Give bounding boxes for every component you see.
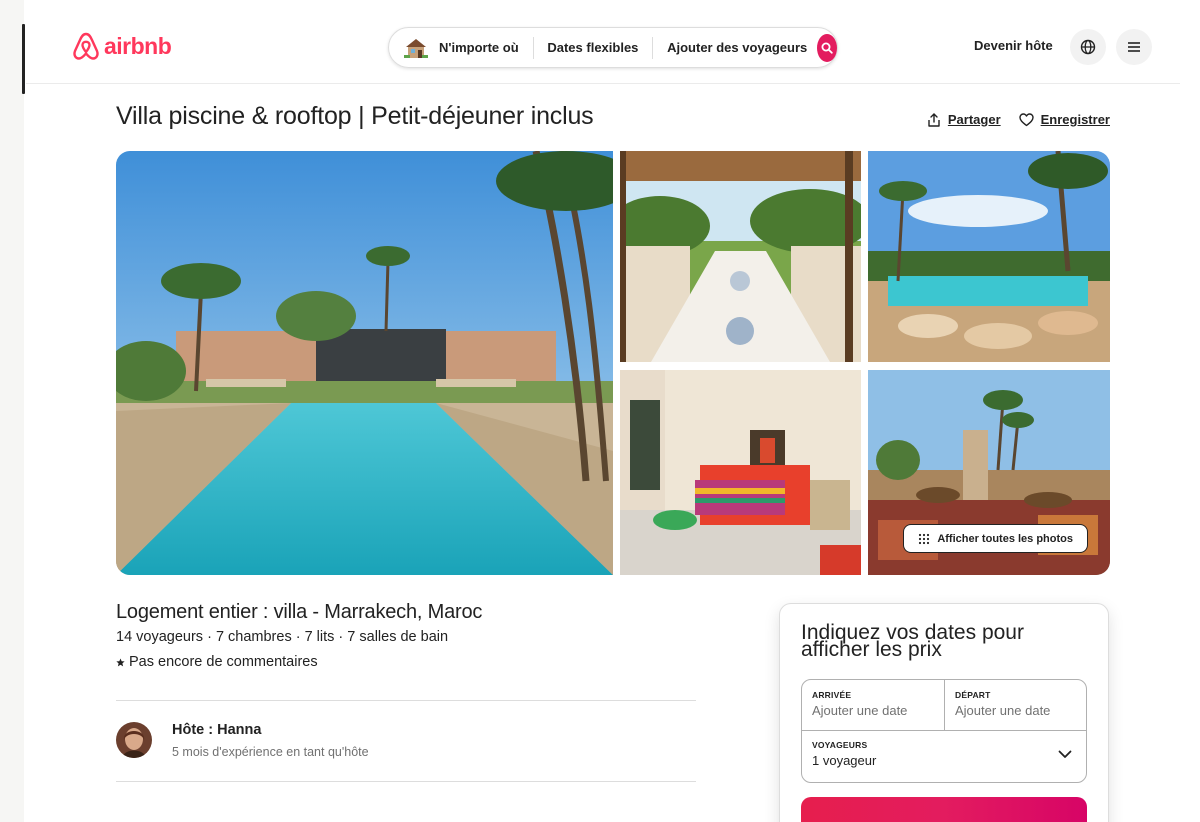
reviews-summary: Pas encore de commentaires xyxy=(116,654,318,670)
checkin-label: ARRIVÉE xyxy=(812,690,852,700)
search-guests-label: Ajouter des voyageurs xyxy=(667,40,808,55)
photo-bedroom[interactable] xyxy=(620,370,861,575)
language-button[interactable] xyxy=(1070,29,1106,65)
field-divider xyxy=(802,730,1086,731)
photo-pool-lounge[interactable] xyxy=(868,151,1110,362)
search-location[interactable]: N'importe où xyxy=(389,36,533,60)
listing-title: Villa piscine & rooftop | Petit-déjeuner… xyxy=(116,102,594,130)
window-edge-bar xyxy=(22,24,25,94)
checkin-value: Ajouter une date xyxy=(812,703,908,718)
show-all-photos-button[interactable]: Afficher toutes les photos xyxy=(903,524,1088,553)
airbnb-logo-icon xyxy=(73,32,99,60)
menu-icon xyxy=(1128,42,1140,52)
check-availability-button[interactable] xyxy=(801,797,1087,822)
booking-card: Indiquez vos dates pour afficher les pri… xyxy=(779,603,1109,822)
become-host-link[interactable]: Devenir hôte xyxy=(974,38,1053,53)
menu-button[interactable] xyxy=(1116,29,1152,65)
photo-dining[interactable] xyxy=(620,151,861,362)
save-button[interactable]: Enregistrer xyxy=(1018,112,1110,127)
host-experience: 5 mois d'expérience en tant qu'hôte xyxy=(172,745,369,759)
search-guests[interactable]: Ajouter des voyageurs xyxy=(653,40,815,55)
photo-pool-main[interactable] xyxy=(116,151,613,575)
search-bar[interactable]: N'importe où Dates flexibles Ajouter des… xyxy=(388,27,838,68)
listing-subtitle: Logement entier : villa - Marrakech, Mar… xyxy=(116,601,483,623)
chevron-down-icon[interactable] xyxy=(1058,750,1072,759)
logo-wordmark: airbnb xyxy=(104,32,172,59)
host-avatar-image xyxy=(116,722,152,758)
checkout-value: Ajouter une date xyxy=(955,703,1051,718)
heart-icon xyxy=(1018,112,1034,126)
house-icon xyxy=(404,38,428,58)
top-header: airbnb N'importe où Dates flexibles Ajou… xyxy=(26,0,1180,84)
listing-page: airbnb N'importe où Dates flexibles Ajou… xyxy=(26,0,1200,822)
host-name: Hôte : Hanna xyxy=(172,722,262,738)
listing-stats: 14 voyageurs · 7 chambres · 7 lits · 7 s… xyxy=(116,629,449,645)
checkout-field[interactable]: DÉPART Ajouter une date xyxy=(955,690,1050,718)
guests-label: VOYAGEURS xyxy=(812,740,868,750)
search-location-label: N'importe où xyxy=(439,40,519,55)
search-icon xyxy=(821,42,833,54)
star-icon xyxy=(116,657,125,666)
save-label: Enregistrer xyxy=(1040,112,1110,127)
left-gutter xyxy=(0,0,24,822)
guests-field[interactable]: VOYAGEURS 1 voyageur xyxy=(812,740,1072,768)
booking-title: Indiquez vos dates pour afficher les pri… xyxy=(801,621,1024,661)
show-all-photos-label: Afficher toutes les photos xyxy=(937,532,1073,545)
photo-gallery: Afficher toutes les photos xyxy=(116,151,1110,575)
section-divider xyxy=(116,781,696,782)
share-button[interactable]: Partager xyxy=(927,112,1001,127)
reviews-label: Pas encore de commentaires xyxy=(129,654,318,670)
airbnb-logo[interactable]: airbnb xyxy=(72,31,172,61)
checkout-label: DÉPART xyxy=(955,690,991,700)
section-divider xyxy=(116,700,696,701)
grid-dots-icon xyxy=(919,533,930,544)
share-icon xyxy=(928,112,940,127)
share-label: Partager xyxy=(947,112,1001,127)
listing-actions: Partager Enregistrer xyxy=(927,112,1110,127)
checkin-field[interactable]: ARRIVÉE Ajouter une date xyxy=(812,690,907,718)
globe-icon xyxy=(1080,39,1096,55)
search-button[interactable] xyxy=(817,33,837,62)
booking-fields: ARRIVÉE Ajouter une date DÉPART Ajouter … xyxy=(801,679,1087,783)
search-dates-label: Dates flexibles xyxy=(547,40,639,55)
field-divider xyxy=(944,680,945,730)
guests-value: 1 voyageur xyxy=(812,753,877,768)
search-dates[interactable]: Dates flexibles xyxy=(533,40,652,55)
host-avatar[interactable] xyxy=(116,722,152,758)
